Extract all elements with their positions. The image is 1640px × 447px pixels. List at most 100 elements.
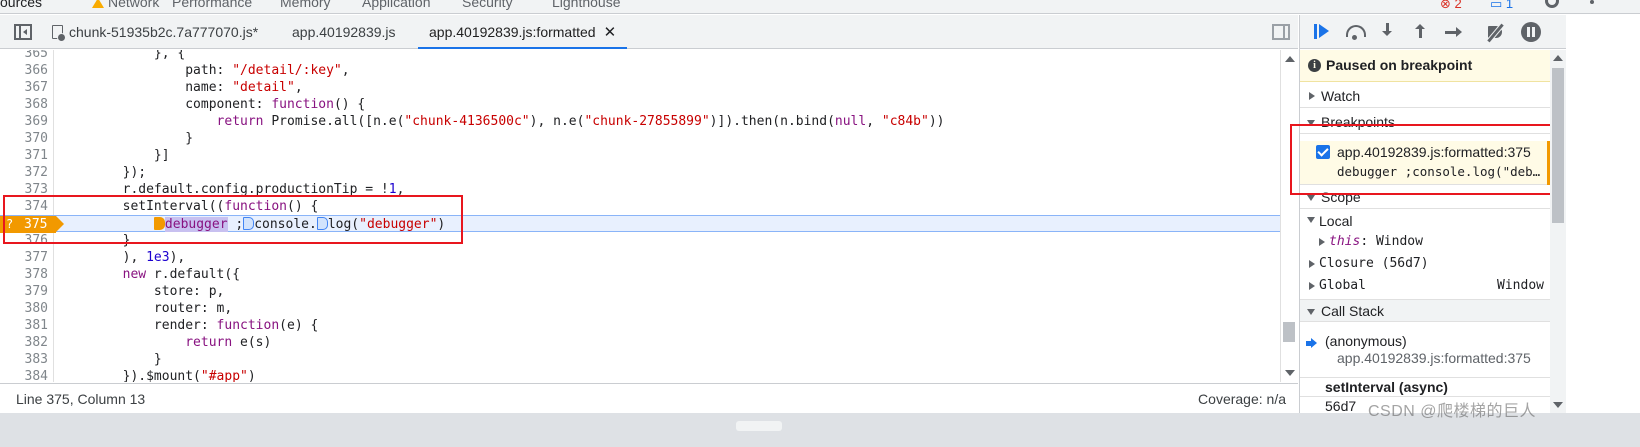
code-line[interactable]: 371 }] bbox=[0, 147, 1280, 164]
line-number[interactable]: 373 bbox=[0, 181, 48, 198]
line-number[interactable]: 367 bbox=[0, 79, 48, 96]
breakpoint-marker[interactable]: ? 375 bbox=[0, 216, 64, 233]
scope-local[interactable]: Local bbox=[1300, 211, 1550, 232]
code-text[interactable]: new r.default({ bbox=[60, 266, 240, 283]
code-line[interactable]: 366 path: "/detail/:key", bbox=[0, 62, 1280, 79]
code-text[interactable]: render: function(e) { bbox=[60, 317, 318, 334]
code-text[interactable]: path: "/detail/:key", bbox=[60, 62, 349, 79]
scroll-down-arrow-icon[interactable] bbox=[1285, 370, 1295, 376]
code-line[interactable]: 380 router: m, bbox=[0, 300, 1280, 317]
drawer-handle[interactable] bbox=[736, 421, 782, 431]
panel-tab-application[interactable]: Application bbox=[362, 0, 431, 10]
line-number[interactable]: 377 bbox=[0, 249, 48, 266]
toggle-debugger-sidebar-icon[interactable] bbox=[1272, 24, 1290, 40]
code-line[interactable]: 370 } bbox=[0, 130, 1280, 147]
editor-tab-chunk[interactable]: chunk-51935b2c.7a777070.js* bbox=[52, 15, 258, 49]
panel-tab-memory[interactable]: Memory bbox=[280, 0, 331, 10]
code-editor[interactable]: 365 }, {366 path: "/detail/:key", 367 nam… bbox=[0, 50, 1280, 382]
scroll-down-arrow-icon[interactable] bbox=[1553, 402, 1563, 408]
panel-tab-network[interactable]: Network bbox=[92, 0, 159, 10]
more-options-icon[interactable] bbox=[1590, 0, 1594, 10]
line-number[interactable]: 366 bbox=[0, 62, 48, 79]
panel-tab-performance[interactable]: Performance bbox=[172, 0, 252, 10]
code-line[interactable]: 376 } bbox=[0, 232, 1280, 249]
code-line[interactable]: 369 return Promise.all([n.e("chunk-41365… bbox=[0, 113, 1280, 130]
code-line[interactable]: 365 }, { bbox=[0, 50, 1280, 62]
panel-tab-ources[interactable]: ources bbox=[0, 0, 42, 10]
code-text[interactable]: } bbox=[60, 232, 131, 249]
coverage-status[interactable]: Coverage: n/a bbox=[1198, 391, 1286, 407]
line-number[interactable]: 382 bbox=[0, 334, 48, 351]
pause-on-exceptions-icon[interactable] bbox=[1521, 22, 1541, 42]
scrollbar-thumb[interactable] bbox=[1283, 322, 1295, 342]
line-number[interactable]: 371 bbox=[0, 147, 48, 164]
scope-section-header[interactable]: Scope bbox=[1300, 186, 1550, 209]
code-text[interactable]: router: m, bbox=[60, 300, 232, 317]
breakpoints-section-header[interactable]: Breakpoints bbox=[1300, 111, 1550, 134]
code-text[interactable]: debugger ; console. log("debugger") bbox=[60, 216, 445, 233]
line-number[interactable]: 383 bbox=[0, 351, 48, 368]
code-text[interactable]: }); bbox=[60, 164, 146, 181]
scope-this[interactable]: this: Window bbox=[1300, 232, 1550, 253]
panel-tab-security[interactable]: Security bbox=[462, 0, 513, 10]
line-number[interactable]: 374 bbox=[0, 198, 48, 215]
call-stack-frame[interactable]: (anonymous) app.40192839.js:formatted:37… bbox=[1300, 333, 1550, 373]
editor-scrollbar[interactable] bbox=[1280, 50, 1298, 382]
code-text[interactable]: return e(s) bbox=[60, 334, 271, 351]
line-number[interactable]: 379 bbox=[0, 283, 48, 300]
code-text[interactable]: ), 1e3), bbox=[60, 249, 186, 266]
code-line[interactable]: 372 }); bbox=[0, 164, 1280, 181]
code-line[interactable]: 383 } bbox=[0, 351, 1280, 368]
code-line-current[interactable]: ? 375 debugger ; console. log("debugger") bbox=[0, 215, 1280, 233]
line-number[interactable]: 381 bbox=[0, 317, 48, 334]
editor-tab-app-formatted[interactable]: app.40192839.js:formatted ✕ bbox=[418, 15, 628, 50]
code-line[interactable]: 379 store: p, bbox=[0, 283, 1280, 300]
step-icon[interactable] bbox=[1444, 23, 1464, 41]
scrollbar-thumb[interactable] bbox=[1552, 68, 1564, 223]
line-number[interactable]: 365 bbox=[0, 50, 48, 62]
line-number[interactable]: 376 bbox=[0, 232, 48, 249]
code-line[interactable]: 368 component: function() { bbox=[0, 96, 1280, 113]
call-stack-section-header[interactable]: Call Stack bbox=[1300, 299, 1550, 322]
code-line[interactable]: 381 render: function(e) { bbox=[0, 317, 1280, 334]
step-out-icon[interactable] bbox=[1411, 23, 1431, 41]
code-text[interactable]: }] bbox=[60, 147, 170, 164]
resume-icon[interactable] bbox=[1312, 23, 1332, 41]
error-count-badge[interactable]: ⊗ 2 bbox=[1440, 0, 1462, 12]
line-number[interactable]: 380 bbox=[0, 300, 48, 317]
breakpoint-item[interactable]: app.40192839.js:formatted:375 debugger ;… bbox=[1300, 141, 1550, 185]
code-line[interactable]: 374 setInterval((function() { bbox=[0, 198, 1280, 215]
line-number[interactable]: 368 bbox=[0, 96, 48, 113]
sidebar-scrollbar[interactable] bbox=[1550, 50, 1566, 413]
breakpoint-enabled-checkbox[interactable] bbox=[1316, 145, 1330, 159]
code-text[interactable]: }).$mount("#app") bbox=[60, 368, 256, 382]
code-text[interactable]: r.default.config.productionTip = !1, bbox=[60, 181, 405, 198]
deactivate-breakpoints-icon[interactable] bbox=[1487, 23, 1507, 41]
scroll-up-arrow-icon[interactable] bbox=[1285, 56, 1295, 62]
panel-tab-lighthouse[interactable]: Lighthouse bbox=[552, 0, 621, 10]
code-text[interactable]: } bbox=[60, 130, 193, 147]
code-line[interactable]: 384 }).$mount("#app") bbox=[0, 368, 1280, 382]
settings-gear-icon[interactable] bbox=[1545, 0, 1559, 8]
scope-global[interactable]: Global Window bbox=[1300, 276, 1550, 297]
code-text[interactable]: return Promise.all([n.e("chunk-4136500c"… bbox=[60, 113, 945, 130]
code-text[interactable]: }, { bbox=[60, 50, 185, 62]
code-line[interactable]: 382 return e(s) bbox=[0, 334, 1280, 351]
step-over-icon[interactable] bbox=[1345, 23, 1366, 41]
toggle-navigator-icon[interactable] bbox=[14, 24, 32, 40]
step-into-icon[interactable] bbox=[1378, 23, 1398, 41]
code-text[interactable]: component: function() { bbox=[60, 96, 365, 113]
code-text[interactable]: name: "detail", bbox=[60, 79, 302, 96]
code-line[interactable]: 373 r.default.config.productionTip = !1, bbox=[0, 181, 1280, 198]
code-text[interactable]: store: p, bbox=[60, 283, 224, 300]
breakpoint-location[interactable]: app.40192839.js:formatted:375 bbox=[1337, 144, 1531, 160]
watch-section-header[interactable]: Watch bbox=[1300, 85, 1550, 108]
message-count-badge[interactable]: ▭ 1 bbox=[1490, 0, 1513, 12]
code-text[interactable]: } bbox=[60, 351, 162, 368]
line-number[interactable]: 384 bbox=[0, 368, 48, 382]
code-line[interactable]: 378 new r.default({ bbox=[0, 266, 1280, 283]
close-tab-icon[interactable]: ✕ bbox=[604, 16, 617, 50]
code-text[interactable]: setInterval((function() { bbox=[60, 198, 319, 215]
call-stack-frame[interactable]: 56d7 bbox=[1325, 398, 1356, 413]
line-number[interactable]: 370 bbox=[0, 130, 48, 147]
